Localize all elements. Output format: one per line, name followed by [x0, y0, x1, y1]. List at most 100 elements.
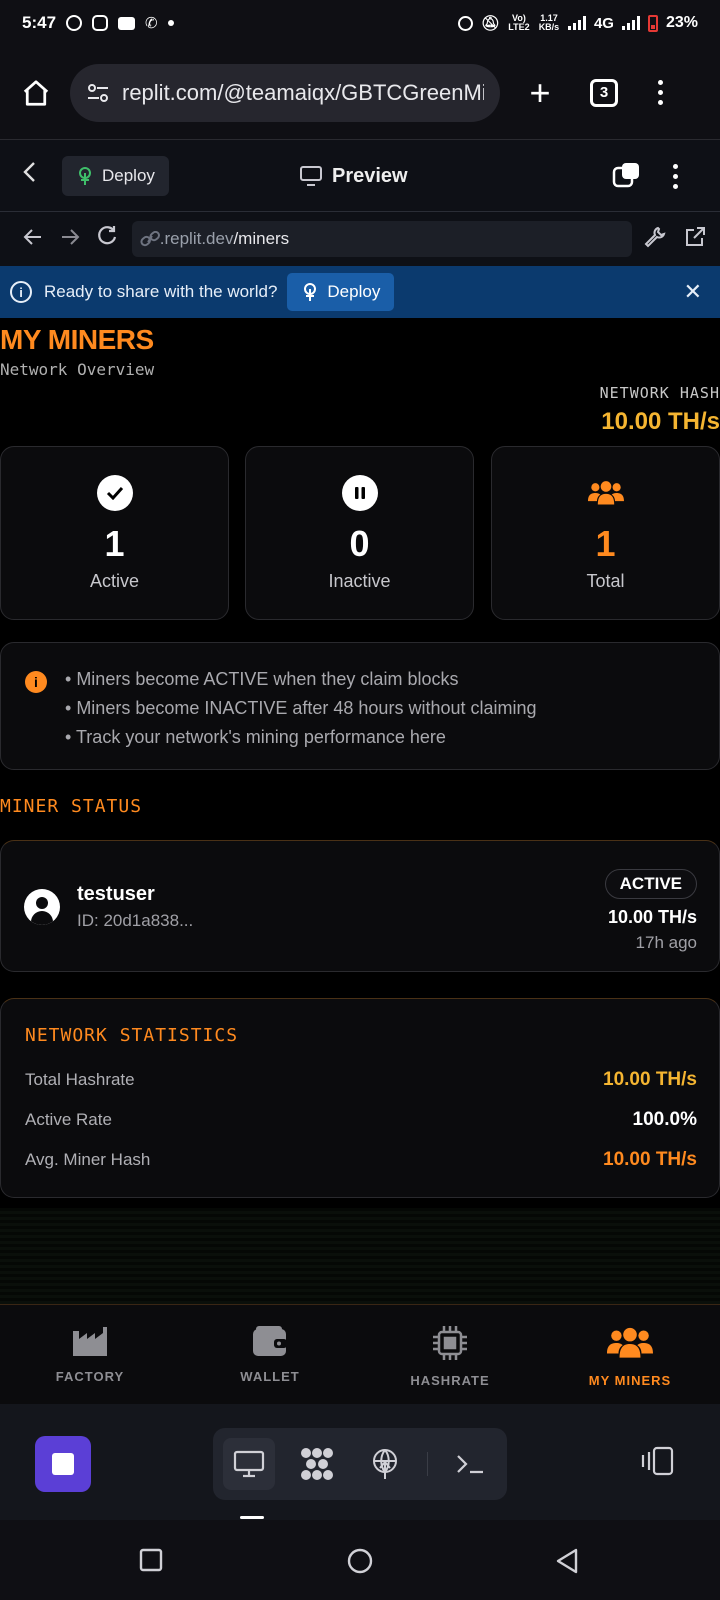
stat-row-value: 100.0%: [632, 1109, 697, 1130]
battery-percent: 23%: [665, 14, 698, 31]
link-icon: [140, 231, 160, 247]
background-scanlines: [0, 1208, 720, 1304]
tool-group: [213, 1428, 507, 1500]
preview-url-path: /miners: [233, 229, 290, 248]
reload-icon[interactable]: [89, 225, 126, 253]
android-nav-bar: [0, 1520, 720, 1600]
signal-2-icon: [621, 16, 640, 30]
back-nav-icon[interactable]: [555, 1548, 579, 1579]
tab-switcher-button[interactable]: 3: [590, 78, 618, 107]
network-statistics-heading: NETWORK STATISTICS: [25, 1025, 239, 1046]
miner-id: ID: 20d1a838...: [77, 911, 194, 930]
stat-row-active-rate: Active Rate 100.0%: [25, 1109, 697, 1131]
devtools-wrench-icon[interactable]: [644, 226, 666, 253]
nav-label: FACTORY: [55, 1369, 125, 1384]
nav-forward-icon[interactable]: [51, 226, 88, 252]
stat-card-total: 1 Total: [491, 446, 720, 620]
stop-button[interactable]: [35, 1436, 91, 1492]
stat-value: 0: [349, 523, 370, 564]
user-avatar-icon: [24, 889, 60, 925]
network-hash-label: NETWORK HASH: [599, 384, 720, 402]
stat-label: Inactive: [328, 571, 391, 591]
deploy-label: Deploy: [102, 165, 155, 185]
network-hash-value: 10.00 TH/s: [601, 408, 720, 435]
url-bar[interactable]: replit.com/@teamaiqx/GBTCGreenMi: [70, 63, 500, 122]
panels-icon[interactable]: [640, 1446, 674, 1481]
deploy-icon: [79, 166, 91, 185]
stat-row-total-hashrate: Total Hashrate 10.00 TH/s: [25, 1069, 697, 1091]
open-external-icon[interactable]: [684, 226, 706, 253]
preview-tool-button[interactable]: [223, 1438, 275, 1490]
missed-call-icon: ✆: [145, 15, 158, 32]
nav-wallet[interactable]: WALLET: [180, 1305, 360, 1404]
whatsapp-icon: [66, 15, 83, 31]
page-subtitle: Network Overview: [0, 360, 155, 379]
volte-label: Vo) LTE2: [508, 13, 530, 32]
preview-url-input[interactable]: .replit.dev/miners: [131, 221, 632, 257]
stat-row-label: Active Rate: [25, 1110, 112, 1129]
info-item: Miners become INACTIVE after 48 hours wi…: [65, 694, 536, 723]
deploy-globe-icon: [373, 1449, 397, 1479]
monitor-icon: [300, 166, 322, 186]
notification-dot-icon: [167, 20, 174, 26]
banner-message: Ready to share with the world?: [44, 282, 278, 301]
close-icon[interactable]: ✕: [684, 279, 702, 305]
agent-icon: [301, 1448, 333, 1480]
miner-status-heading: MINER STATUS: [0, 796, 143, 817]
app-content: MY MINERS Network Overview NETWORK HASH …: [0, 318, 720, 1304]
home-icon[interactable]: [16, 73, 56, 113]
browser-menu-icon[interactable]: [658, 80, 663, 105]
nav-label: HASHRATE: [410, 1373, 490, 1388]
preview-label: Preview: [332, 164, 408, 187]
stat-row-label: Total Hashrate: [25, 1070, 135, 1089]
stat-row-value: 10.00 TH/s: [603, 1149, 697, 1170]
users-icon: [607, 1327, 653, 1358]
mute-icon: 🔕︎: [480, 15, 500, 32]
network-type: 4G: [593, 14, 614, 32]
stat-row-label: Avg. Miner Hash: [25, 1150, 151, 1169]
agent-tool-button[interactable]: [291, 1438, 343, 1490]
battery-icon: [647, 14, 658, 32]
deploy-tool-button[interactable]: [359, 1438, 411, 1490]
browser-toolbar: replit.com/@teamaiqx/GBTCGreenMi + 3: [0, 46, 720, 140]
nav-label: WALLET: [240, 1369, 300, 1384]
nav-my-miners[interactable]: MY MINERS: [540, 1305, 720, 1404]
stat-label: Active: [89, 571, 140, 591]
deploy-button[interactable]: Deploy: [62, 155, 169, 196]
back-button[interactable]: [20, 160, 50, 191]
home-button-icon[interactable]: [347, 1548, 373, 1579]
preview-address-row: .replit.dev/miners: [0, 212, 720, 266]
url-text: replit.com/@teamaiqx/GBTCGreenMi: [122, 79, 484, 105]
stat-row-value: 10.00 TH/s: [603, 1069, 697, 1090]
nav-hashrate[interactable]: HASHRATE: [360, 1305, 540, 1404]
banner-deploy-button[interactable]: Deploy: [287, 273, 395, 311]
network-statistics-card: NETWORK STATISTICS Total Hashrate 10.00 …: [0, 998, 720, 1198]
bottom-nav: FACTORY WALLET HASHRATE MY MINERS: [0, 1304, 720, 1404]
shell-tool-button[interactable]: [444, 1438, 496, 1490]
factory-icon: [73, 1327, 107, 1356]
stop-icon: [52, 1453, 74, 1475]
stat-card-inactive: 0 Inactive: [245, 446, 474, 620]
cpu-icon: [433, 1326, 467, 1360]
miner-last-seen: 17h ago: [635, 933, 697, 952]
miner-row[interactable]: testuser ID: 20d1a838... ACTIVE 10.00 TH…: [0, 840, 720, 972]
nav-factory[interactable]: FACTORY: [0, 1305, 180, 1404]
replit-toolbar: [0, 1404, 720, 1520]
status-badge: ACTIVE: [604, 869, 697, 899]
site-settings-icon[interactable]: [86, 82, 110, 104]
tabs-icon[interactable]: [612, 162, 640, 188]
youtube-icon: [118, 16, 136, 30]
preview-title[interactable]: Preview: [300, 140, 408, 212]
stat-card-active: 1 Active: [0, 446, 229, 620]
stat-row-avg-miner-hash: Avg. Miner Hash 10.00 TH/s: [25, 1149, 697, 1171]
replit-menu-icon[interactable]: [673, 164, 678, 189]
new-tab-button[interactable]: +: [522, 72, 558, 114]
terminal-icon: [457, 1455, 483, 1474]
speed-unit: KB/s: [538, 22, 560, 32]
nav-back-icon[interactable]: [14, 226, 51, 252]
recents-icon[interactable]: [139, 1548, 163, 1577]
deploy-icon: [304, 283, 317, 301]
info-list: Miners become ACTIVE when they claim blo…: [65, 665, 537, 752]
wallet-icon: [253, 1326, 287, 1356]
status-time: 5:47: [22, 13, 57, 32]
